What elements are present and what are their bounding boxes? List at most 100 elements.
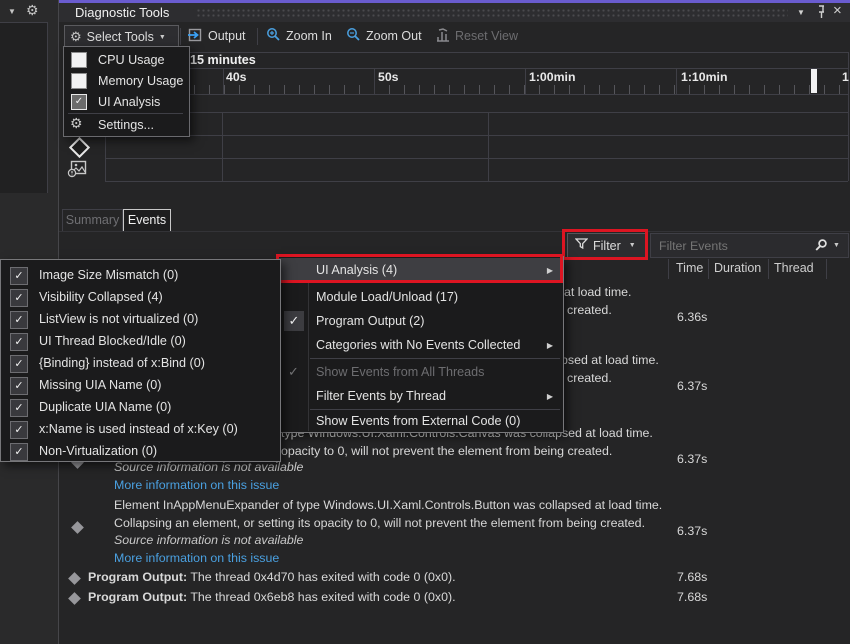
submenu-item-label: Visibility Collapsed (4): [39, 290, 163, 304]
screen: ▼ ⚙ Diagnostic Tools ▼ × ⚙ Select Tools …: [0, 0, 850, 644]
event-diamond-icon: [71, 521, 84, 534]
gear-icon: ⚙: [70, 29, 82, 45]
filter-events-input[interactable]: [657, 236, 801, 255]
menu-item-ui-analysis[interactable]: ✓ UI Analysis: [64, 92, 187, 112]
submenu-item-label: x:Name is used instead of x:Key (0): [39, 422, 238, 436]
reset-view-button[interactable]: Reset View: [436, 25, 518, 47]
event-row-time: 7.68s: [677, 570, 707, 584]
ruler-gridline: [374, 68, 375, 94]
submenu-item-label: Non-Virtualization (0): [39, 444, 157, 458]
drag-grip[interactable]: [196, 8, 788, 19]
timeline-playhead[interactable]: [811, 69, 817, 93]
menu-item-settings[interactable]: ⚙ Settings...: [64, 115, 187, 135]
chevron-down-icon[interactable]: ▼: [8, 7, 16, 16]
checkbox-checked-icon[interactable]: ✓: [10, 333, 28, 351]
submenu-item-xname-instead-xkey[interactable]: ✓ x:Name is used instead of x:Key (0): [1, 419, 278, 441]
window-title: Diagnostic Tools: [75, 5, 169, 20]
submenu-item-binding-instead-xbind[interactable]: ✓ {Binding} instead of x:Bind (0): [1, 353, 278, 375]
checkbox-checked-icon[interactable]: ✓: [10, 311, 28, 329]
menu-item-module-load-unload[interactable]: Module Load/Unload (17): [279, 286, 562, 309]
event-source-info: Source information is not available: [114, 533, 303, 547]
output-button[interactable]: Output: [187, 25, 246, 47]
submenu-item-image-size-mismatch[interactable]: ✓ Image Size Mismatch (0): [1, 265, 278, 287]
menu-item-show-external-code[interactable]: Show Events from External Code (0): [279, 412, 562, 432]
titlebar[interactable]: Diagnostic Tools ▼ ×: [59, 3, 850, 22]
ruler-tick-label: 1:10min: [681, 70, 727, 84]
zoom-in-label: Zoom In: [286, 29, 332, 43]
checkbox-checked-icon[interactable]: ✓: [71, 94, 87, 110]
ui-analysis-annotation-box: [276, 254, 563, 283]
tab-events[interactable]: Events: [123, 209, 171, 232]
select-tools-menu: CPU Usage Memory Usage ✓ UI Analysis ⚙ S…: [63, 46, 190, 137]
column-separator[interactable]: [768, 259, 769, 279]
window-menu-chevron-icon[interactable]: ▼: [797, 8, 805, 17]
menu-item-label: Filter Events by Thread: [316, 389, 446, 403]
submenu-arrow-icon: ▶: [547, 392, 553, 401]
zoom-in-button[interactable]: Zoom In: [266, 25, 332, 47]
ruler-gridline: [676, 68, 677, 94]
gear-icon[interactable]: ⚙: [26, 2, 39, 19]
checkbox-checked-icon[interactable]: ✓: [10, 443, 28, 461]
event-row-time: 7.68s: [677, 590, 707, 604]
ui-analysis-submenu: ✓ Image Size Mismatch (0) ✓ Visibility C…: [0, 259, 281, 462]
close-icon[interactable]: ×: [833, 2, 842, 19]
menu-item-cpu-usage[interactable]: CPU Usage: [64, 50, 187, 70]
tab-summary[interactable]: Summary: [62, 209, 123, 232]
filter-search-box: ▼: [650, 233, 849, 258]
checkbox-unchecked-icon[interactable]: [71, 52, 87, 68]
checkbox-checked-icon[interactable]: ✓: [10, 399, 28, 417]
reset-view-icon: [436, 28, 450, 45]
search-options-caret-icon[interactable]: ▼: [833, 242, 840, 249]
menu-item-label: Show Events from External Code (0): [316, 414, 520, 428]
checkbox-checked-icon[interactable]: ✓: [10, 267, 28, 285]
zoom-out-label: Zoom Out: [366, 29, 422, 43]
menu-item-show-all-threads[interactable]: ✓ Show Events from All Threads: [279, 361, 562, 384]
event-row-time: 6.37s: [677, 452, 707, 466]
select-tools-label: Select Tools: [87, 30, 154, 44]
ruler-tick-label: 1:20min: [842, 70, 850, 84]
submenu-item-visibility-collapsed[interactable]: ✓ Visibility Collapsed (4): [1, 287, 278, 309]
checkbox-checked-icon[interactable]: ✓: [10, 377, 28, 395]
menu-item-filter-by-thread[interactable]: Filter Events by Thread ▶: [279, 385, 562, 408]
event-row-text: at load time.: [564, 285, 632, 299]
timeline-range-label: 15 minutes: [190, 53, 256, 67]
column-separator[interactable]: [668, 259, 669, 279]
ruler-gridline: [223, 68, 224, 94]
checkbox-unchecked-icon[interactable]: [71, 73, 87, 89]
checkbox-checked-icon[interactable]: ✓: [10, 421, 28, 439]
more-information-link[interactable]: More information on this issue: [114, 478, 279, 492]
zoom-in-icon: [266, 27, 281, 45]
output-label: Output: [208, 29, 246, 43]
column-header-thread[interactable]: Thread: [774, 261, 814, 275]
event-row-time: 6.37s: [677, 524, 707, 538]
menu-separator: [310, 409, 560, 410]
ruler-tick-label: 1:00min: [529, 70, 575, 84]
column-separator[interactable]: [708, 259, 709, 279]
toolbar-separator: [180, 28, 181, 45]
column-separator[interactable]: [826, 259, 827, 279]
menu-item-label: UI Analysis: [98, 95, 160, 109]
submenu-item-ui-thread-blocked[interactable]: ✓ UI Thread Blocked/Idle (0): [1, 331, 278, 353]
track-row-border: [105, 181, 848, 182]
menu-item-memory-usage[interactable]: Memory Usage: [64, 71, 187, 91]
column-header-time[interactable]: Time: [676, 261, 703, 275]
checkbox-checked-icon[interactable]: ✓: [10, 355, 28, 373]
checkbox-checked-icon[interactable]: ✓: [10, 289, 28, 307]
menu-item-program-output[interactable]: ✓ Program Output (2): [279, 310, 562, 333]
reset-view-label: Reset View: [455, 29, 518, 43]
submenu-item-missing-uia-name[interactable]: ✓ Missing UIA Name (0): [1, 375, 278, 397]
event-row-text: opacity to 0, will not prevent the eleme…: [281, 444, 612, 458]
more-information-link[interactable]: More information on this issue: [114, 551, 279, 565]
background-panel: [0, 22, 48, 193]
menu-item-categories-no-events[interactable]: Categories with No Events Collected ▶: [279, 334, 562, 357]
submenu-item-non-virtualization[interactable]: ✓ Non-Virtualization (0): [1, 441, 278, 463]
ruler-gridline: [525, 68, 526, 94]
submenu-item-duplicate-uia-name[interactable]: ✓ Duplicate UIA Name (0): [1, 397, 278, 419]
column-header-duration[interactable]: Duration: [714, 261, 761, 275]
event-row-text: Element InAppMenuExpander of type Window…: [114, 498, 662, 512]
zoom-out-button[interactable]: Zoom Out: [346, 25, 422, 47]
search-icon[interactable]: [814, 238, 828, 255]
submenu-item-listview-not-virtualized[interactable]: ✓ ListView is not virtualized (0): [1, 309, 278, 331]
pin-icon[interactable]: [815, 5, 828, 23]
ruler-minor-ticks[interactable]: [105, 85, 848, 94]
